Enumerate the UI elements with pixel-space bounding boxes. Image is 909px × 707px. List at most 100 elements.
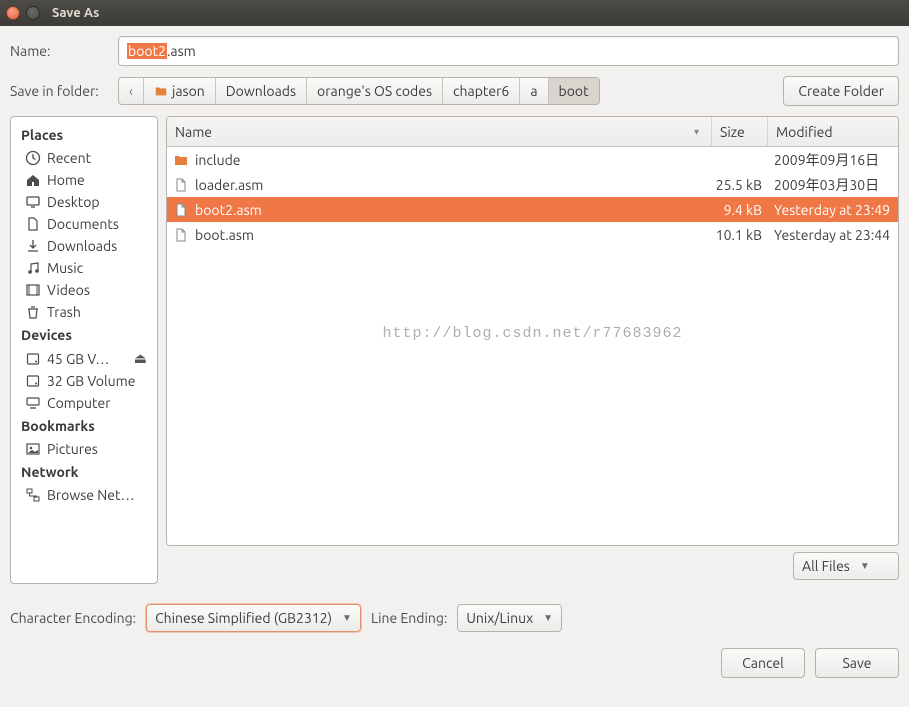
column-size[interactable]: Size xyxy=(712,117,768,146)
chevron-down-icon: ▼ xyxy=(342,612,352,624)
sidebar-item[interactable]: 32 GB Volume xyxy=(11,370,157,392)
sidebar-item[interactable]: Music xyxy=(11,257,157,279)
save-button[interactable]: Save xyxy=(815,648,899,678)
file-modified: Yesterday at 23:49 xyxy=(768,202,898,218)
sidebar-item-label: Home xyxy=(47,172,85,188)
file-name: boot2.asm xyxy=(195,202,262,218)
encoding-label: Character Encoding: xyxy=(10,610,136,626)
file-name: include xyxy=(195,152,241,168)
file-icon xyxy=(173,177,189,193)
column-name-label: Name xyxy=(175,124,212,140)
file-row[interactable]: boot2.asm 9.4 kBYesterday at 23:49 xyxy=(167,197,898,222)
sidebar-item[interactable]: Videos xyxy=(11,279,157,301)
sidebar-item-label: Computer xyxy=(47,395,111,411)
file-header-row: Name ▾ Size Modified xyxy=(167,117,898,147)
minimize-icon[interactable] xyxy=(26,6,40,20)
path-segment-label: Downloads xyxy=(226,83,296,99)
sidebar-item[interactable]: Trash xyxy=(11,301,157,323)
path-segment[interactable]: Downloads xyxy=(216,78,307,104)
path-segment[interactable]: boot xyxy=(549,78,599,104)
name-selected-text: boot2 xyxy=(127,43,167,59)
chevron-down-icon: ▼ xyxy=(860,560,870,572)
download-icon xyxy=(25,238,41,254)
window-controls xyxy=(6,6,40,20)
sidebar-item-label: Music xyxy=(47,260,83,276)
line-ending-combo[interactable]: Unix/Linux ▼ xyxy=(457,604,562,632)
sidebar-item[interactable]: Home xyxy=(11,169,157,191)
home-icon xyxy=(25,172,41,188)
sidebar-item[interactable]: Pictures xyxy=(11,438,157,460)
path-segment[interactable]: jason xyxy=(144,78,216,104)
file-filter-label: All Files xyxy=(802,558,850,574)
file-icon xyxy=(173,202,189,218)
file-listing: Name ▾ Size Modified include 2009年09月16日 l… xyxy=(166,116,899,546)
path-back-button[interactable]: ‹ xyxy=(119,78,144,104)
file-icon xyxy=(173,227,189,243)
path-segment-label: chapter6 xyxy=(453,83,509,99)
line-ending-value: Unix/Linux xyxy=(466,610,533,626)
sidebar-item-label: Trash xyxy=(47,304,81,320)
eject-icon[interactable]: ⏏ xyxy=(134,350,147,367)
places-sidebar: Places RecentHomeDesktopDocumentsDownloa… xyxy=(10,116,158,584)
column-name[interactable]: Name ▾ xyxy=(167,117,712,146)
sidebar-item[interactable]: Browse Net… xyxy=(11,484,157,506)
file-modified: Yesterday at 23:44 xyxy=(768,227,898,243)
sidebar-item-label: 32 GB Volume xyxy=(47,373,135,389)
sidebar-item-label: Videos xyxy=(47,282,90,298)
name-row: Name: boot2.asm xyxy=(10,36,899,66)
trash-icon xyxy=(25,304,41,320)
file-size: 10.1 kB xyxy=(712,227,768,243)
name-label: Name: xyxy=(10,43,110,59)
sidebar-item[interactable]: Documents xyxy=(11,213,157,235)
cancel-button[interactable]: Cancel xyxy=(721,648,805,678)
sidebar-item[interactable]: Recent xyxy=(11,147,157,169)
file-row[interactable]: boot.asm 10.1 kBYesterday at 23:44 xyxy=(167,222,898,247)
close-icon[interactable] xyxy=(6,6,20,20)
clock-icon xyxy=(25,150,41,166)
file-size: 9.4 kB xyxy=(712,202,768,218)
pictures-icon xyxy=(25,441,41,457)
sidebar-item[interactable]: Computer xyxy=(11,392,157,414)
action-row: Cancel Save xyxy=(0,640,909,688)
folder-icon xyxy=(173,152,189,168)
path-segment[interactable]: chapter6 xyxy=(443,78,520,104)
sidebar-item[interactable]: Desktop xyxy=(11,191,157,213)
drive-icon xyxy=(25,351,41,367)
file-name: loader.asm xyxy=(195,177,263,193)
name-rest-text: .asm xyxy=(167,43,196,59)
file-size: 25.5 kB xyxy=(712,177,768,193)
sidebar-item[interactable]: Downloads xyxy=(11,235,157,257)
file-modified: 2009年09月16日 xyxy=(768,150,898,170)
encoding-value: Chinese Simplified (GB2312) xyxy=(155,610,332,626)
watermark-text: http://blog.csdn.net/r77683962 xyxy=(167,325,898,342)
line-ending-label: Line Ending: xyxy=(371,610,447,626)
computer-icon xyxy=(25,395,41,411)
path-breadcrumb: ‹ jason Downloads orange's OS codes chapter… xyxy=(118,77,600,105)
sidebar-item-label: Pictures xyxy=(47,441,98,457)
network-icon xyxy=(25,487,41,503)
chevron-down-icon: ▼ xyxy=(543,612,553,624)
path-segment-label: boot xyxy=(559,83,589,99)
sidebar-item[interactable]: 45 GB V…⏏ xyxy=(11,347,157,370)
devices-header: Devices xyxy=(11,323,157,347)
file-row[interactable]: loader.asm25.5 kB2009年03月30日 xyxy=(167,172,898,197)
encoding-combo[interactable]: Chinese Simplified (GB2312) ▼ xyxy=(146,604,361,632)
path-segment[interactable]: a xyxy=(520,78,548,104)
file-name: boot.asm xyxy=(195,227,254,243)
file-row[interactable]: include 2009年09月16日 xyxy=(167,147,898,172)
folder-orange-icon xyxy=(154,84,168,98)
path-segment-label: a xyxy=(530,83,537,99)
sidebar-item-label: Downloads xyxy=(47,238,117,254)
titlebar: Save As xyxy=(0,0,909,26)
file-filter-combo[interactable]: All Files ▼ xyxy=(793,552,899,580)
sidebar-item-label: Recent xyxy=(47,150,91,166)
sort-indicator-icon: ▾ xyxy=(694,126,699,138)
column-modified[interactable]: Modified xyxy=(768,117,898,146)
path-segment-label: jason xyxy=(172,83,205,99)
create-folder-button[interactable]: Create Folder xyxy=(783,76,899,106)
path-segment-label: orange's OS codes xyxy=(317,83,432,99)
name-input[interactable]: boot2.asm xyxy=(118,36,899,66)
path-segment[interactable]: orange's OS codes xyxy=(307,78,443,104)
document-icon xyxy=(25,216,41,232)
bottom-options: Character Encoding: Chinese Simplified (… xyxy=(0,590,909,640)
